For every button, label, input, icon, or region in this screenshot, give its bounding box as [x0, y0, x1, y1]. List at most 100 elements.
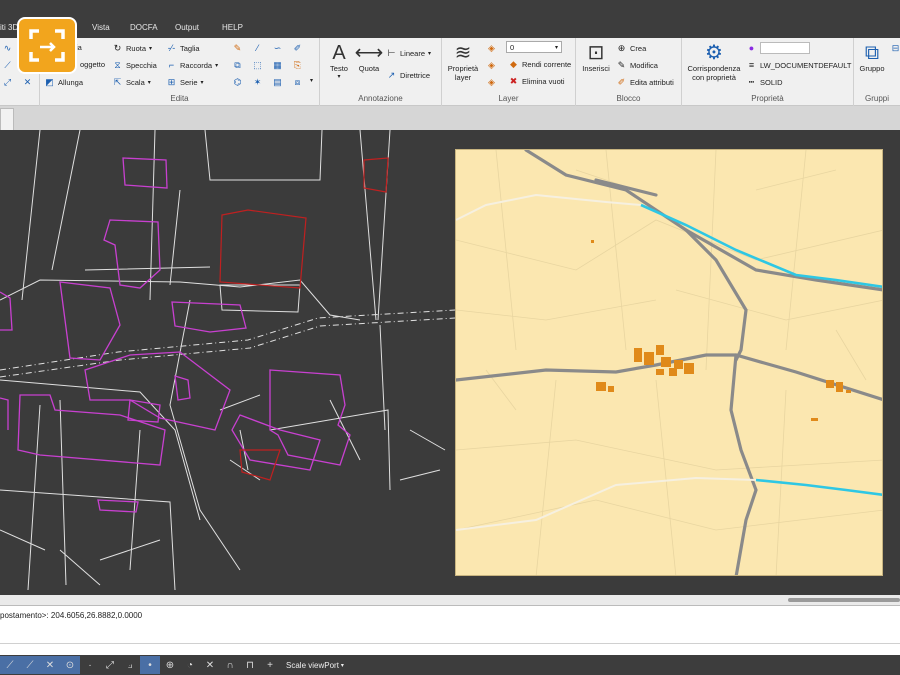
modify-block-button[interactable]: ✎ Modifica: [616, 60, 658, 71]
lineweight-select[interactable]: ≡ LW_DOCUMENTDEFAULT: [746, 60, 852, 71]
snap-apparent-icon[interactable]: ✕: [200, 656, 220, 674]
add-icon[interactable]: +: [260, 656, 280, 674]
join-icon[interactable]: ⧉: [232, 60, 243, 71]
group-button[interactable]: ⧉ Gruppo: [857, 42, 887, 73]
stretch-button[interactable]: ◩ Allunga: [44, 77, 83, 88]
menu-item-docfa[interactable]: DOCFA: [130, 23, 158, 32]
menu-item-3d[interactable]: iti 3D: [0, 23, 18, 32]
properties-icon[interactable]: ▤: [272, 77, 283, 88]
make-current-button[interactable]: ◆ Rendi corrente: [508, 59, 571, 70]
explode-icon[interactable]: ✶: [252, 77, 263, 88]
match-properties-button[interactable]: ⚙ Corrispondenza con proprietà: [685, 42, 743, 82]
map-viewport[interactable]: [455, 149, 883, 576]
panel-layer: ≋ Proprietà layer ◈ ◈ ◈ 0 ▾ ◆ Rendi corren…: [442, 38, 576, 106]
snap-track-icon[interactable]: ⊓: [240, 656, 260, 674]
rotate-icon: ↻: [113, 43, 122, 53]
dimension-button[interactable]: ⟷ Quota: [354, 42, 384, 73]
panel-layer-title: Layer: [498, 94, 519, 103]
construct-line-icon[interactable]: ✕: [22, 77, 33, 88]
map-image: [456, 150, 882, 575]
layer-select[interactable]: 0 ▾: [506, 41, 562, 53]
edit-attributes-button[interactable]: ✐ Edita attributi: [616, 77, 674, 88]
layers-stack-icon: ≋: [454, 42, 472, 64]
linear-dim-icon: ⊢: [387, 48, 396, 58]
chevron-down-icon: ▾: [340, 662, 344, 669]
menu-item-output[interactable]: Output: [175, 23, 199, 32]
offset-button[interactable]: oggetto: [80, 60, 105, 69]
boundary-icon[interactable]: ⬚: [252, 60, 263, 71]
edit-icon[interactable]: ✐: [292, 43, 303, 54]
hatch-icon[interactable]: ▦: [272, 60, 283, 71]
trim-button[interactable]: -⁄- Taglia: [166, 43, 200, 54]
panel-block: ⊡ Inserisci ⊕ Crea ✎ Modifica ✐ Edita attri…: [576, 38, 682, 106]
trim-icon: -⁄-: [167, 43, 176, 53]
spline-icon[interactable]: ∽: [272, 43, 283, 54]
snap-extension-icon[interactable]: ·: [80, 656, 100, 674]
app-logo: [17, 17, 77, 74]
layer-previous-icon[interactable]: ◈: [486, 77, 497, 88]
rotate-button[interactable]: ↻ Ruota ▾: [112, 43, 152, 54]
snap-node-icon[interactable]: •: [140, 656, 160, 674]
snap-center-icon[interactable]: ⊙: [60, 656, 80, 674]
create-block-button[interactable]: ⊕ Crea: [616, 43, 647, 54]
linear-dim-button[interactable]: ⊢ Lineare ▾: [386, 48, 431, 59]
leader-icon: ↗: [387, 70, 396, 80]
draw-order-icon[interactable]: ⧈: [292, 77, 303, 88]
document-tab[interactable]: [0, 108, 14, 130]
layer-state-icon[interactable]: ◈: [486, 43, 497, 54]
snap-endpoint-icon[interactable]: ⟋: [0, 656, 20, 674]
menu-bar: iti 3D Vista DOCFA Output HELP: [0, 0, 900, 38]
fillet-button[interactable]: ⌐ Raccorda ▾: [166, 60, 218, 71]
scale-viewport-button[interactable]: Scale viewPort: [286, 661, 339, 670]
polyline-icon[interactable]: ∿: [2, 43, 13, 54]
snap-tangent-icon[interactable]: ⊕: [160, 656, 180, 674]
mirror-button[interactable]: ⧖ Specchia: [112, 60, 157, 71]
panel-groups: ⧉ Gruppo ⊟ Gruppi: [854, 38, 900, 106]
panel-edit-title: Edita: [170, 94, 189, 103]
menu-item-help[interactable]: HELP: [222, 23, 243, 32]
break-icon[interactable]: ⁄: [252, 43, 263, 54]
create-block-icon: ⊕: [617, 43, 626, 53]
snap-intersection-icon[interactable]: ✕: [40, 656, 60, 674]
drawing-canvas[interactable]: [0, 130, 900, 595]
copy-clip-icon[interactable]: ⎘: [292, 60, 303, 71]
menu-item-vista[interactable]: Vista: [92, 23, 110, 32]
command-area: postamento>: 204.6056,26.8882,0.0000: [0, 605, 900, 655]
snap-midpoint-icon[interactable]: ⟋: [20, 656, 40, 674]
stretch-icon: ◩: [45, 77, 54, 87]
line-icon[interactable]: ⟋: [2, 60, 13, 71]
layer-match-icon[interactable]: ◈: [486, 60, 497, 71]
match-properties-icon: ⚙: [705, 42, 723, 64]
snap-perpendicular-icon[interactable]: ⟓: [120, 656, 140, 674]
ray-icon[interactable]: ⤢: [2, 77, 13, 88]
command-input[interactable]: [0, 643, 900, 649]
region-icon[interactable]: ⌬: [232, 77, 243, 88]
leader-button[interactable]: ↗ Direttrice: [386, 70, 430, 81]
mirror-icon: ⧖: [114, 60, 121, 70]
text-icon: A: [332, 42, 346, 64]
snap-magnet-icon[interactable]: ∩: [220, 656, 240, 674]
fillet-icon: ⌐: [168, 60, 175, 70]
snap-nearest-icon[interactable]: ◔: [180, 656, 200, 674]
text-button[interactable]: A Testo ▾: [324, 42, 354, 82]
snap-insertion-icon[interactable]: ⤢: [100, 656, 120, 674]
linetype-select[interactable]: ┅ SOLID: [746, 77, 783, 88]
layer-properties-button[interactable]: ≋ Proprietà layer: [445, 42, 481, 82]
brush-icon[interactable]: ✎: [232, 43, 243, 54]
ungroup-icon[interactable]: ⊟: [890, 43, 900, 54]
insert-block-button[interactable]: ⊡ Inserisci: [579, 42, 613, 73]
scrollbar-thumb[interactable]: [788, 598, 900, 602]
more-edit-icon[interactable]: ▾: [310, 77, 313, 84]
panel-edit: ia oggetto ◩ Allunga ↻ Ruota ▾ ⧖ Specchia ⇱ S…: [40, 38, 320, 106]
color-select[interactable]: ●: [746, 42, 810, 54]
horizontal-scrollbar[interactable]: [0, 595, 900, 605]
panel-annotation: A Testo ▾ ⟷ Quota ⊢ Lineare ▾ ↗ Direttrice A…: [320, 38, 442, 106]
linetype-icon: ┅: [748, 77, 755, 87]
delete-empty-button[interactable]: ✖ Elimina vuoti: [508, 76, 565, 87]
scale-button[interactable]: ⇱ Scala ▾: [112, 77, 151, 88]
document-tabs: [0, 106, 900, 130]
insert-block-icon: ⊡: [587, 42, 605, 64]
ribbon: ∿ ⟋ ⤢ ✕ ia oggetto ◩ Allunga ↻ Ruota ▾ ⧖ Spe…: [0, 38, 900, 106]
array-button[interactable]: ⊞ Serie ▾: [166, 77, 204, 88]
edit-attributes-icon: ✐: [617, 77, 626, 87]
